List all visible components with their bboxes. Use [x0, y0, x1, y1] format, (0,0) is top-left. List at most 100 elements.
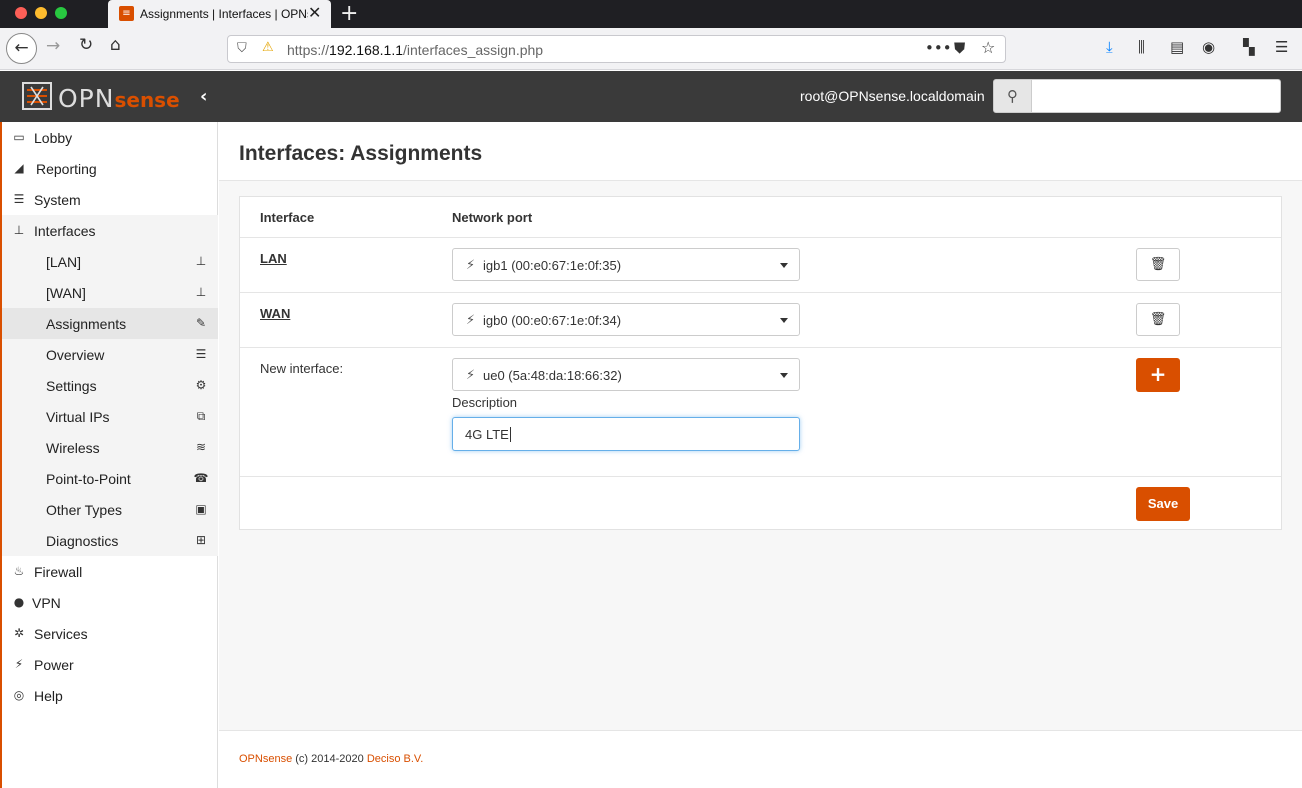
- delete-interface-wan-button[interactable]: 🗑: [1136, 303, 1180, 336]
- footer-company-link[interactable]: Deciso B.V.: [367, 753, 423, 765]
- account-icon[interactable]: ◉: [1202, 38, 1215, 56]
- sidebar-item-label: System: [34, 192, 81, 208]
- sidebar-item-label: Services: [34, 626, 88, 642]
- sidebar-item-system[interactable]: ☰ System: [2, 184, 218, 215]
- reload-button[interactable]: ↻: [79, 35, 93, 55]
- search-icon[interactable]: ⚲: [993, 79, 1032, 113]
- sidebar-item-interfaces[interactable]: ⊥ Interfaces: [2, 215, 218, 246]
- sidebar-item-wireless[interactable]: Wireless ≋: [2, 432, 218, 463]
- sidebar-item-label: Lobby: [34, 130, 72, 146]
- network-port-select-wan[interactable]: ⚡ igb0 (00:e0:67:1e:0f:34): [452, 303, 800, 336]
- delete-interface-lan-button[interactable]: 🗑: [1136, 248, 1180, 281]
- tracking-shield-icon[interactable]: ⛉: [237, 41, 247, 56]
- description-label: Description: [452, 395, 517, 410]
- sidebar-item-wan[interactable]: [WAN] ⊥: [2, 277, 218, 308]
- wifi-icon: ≋: [193, 440, 209, 454]
- sidebar-item-label: Diagnostics: [46, 533, 118, 549]
- footer: OPNsense (c) 2014-2020 Deciso B.V.: [219, 730, 1302, 788]
- divider: [240, 347, 1281, 348]
- chevron-down-icon: [780, 263, 788, 268]
- sidebar-item-lobby[interactable]: ▭ Lobby: [2, 122, 218, 153]
- sidebar-item-reporting[interactable]: ◢ Reporting: [2, 153, 218, 184]
- trash-icon: 🗑: [1150, 257, 1167, 272]
- sidebar-item-vpn[interactable]: ● VPN: [2, 587, 218, 618]
- browser-toolbar: ← → ↻ ⌂ ⛉ ⚠ https://192.168.1.1/interfac…: [0, 28, 1302, 70]
- back-button[interactable]: ←: [6, 33, 37, 64]
- globe-icon: ●: [11, 595, 27, 609]
- description-value: 4G LTE: [465, 427, 511, 442]
- sidebar-item-overview[interactable]: Overview ☰: [2, 339, 218, 370]
- area-chart-icon: ◢: [11, 161, 27, 175]
- interface-link-wan[interactable]: WAN: [260, 306, 290, 321]
- opnsense-logo-mark-icon: [22, 82, 52, 110]
- sitemap-icon: ⊥: [193, 285, 209, 299]
- sidebar-item-label: Overview: [46, 347, 104, 363]
- url-text[interactable]: https://192.168.1.1/interfaces_assign.ph…: [287, 42, 543, 58]
- new-tab-button[interactable]: +: [340, 1, 358, 26]
- sidebar-item-label: Wireless: [46, 440, 100, 456]
- sidebar-item-point-to-point[interactable]: Point-to-Point ☎: [2, 463, 218, 494]
- bookmark-star-icon[interactable]: ☆: [981, 38, 995, 57]
- extensions-icon[interactable]: ▚: [1243, 38, 1255, 56]
- column-header-network-port: Network port: [452, 210, 532, 225]
- tab-close-icon[interactable]: ✕: [308, 3, 321, 22]
- sidebar-toggle-icon[interactable]: ▤: [1170, 38, 1184, 56]
- sidebar-item-label: Virtual IPs: [46, 409, 110, 425]
- sidebar-item-label: Settings: [46, 378, 97, 394]
- sidebar-item-services[interactable]: ✲ Services: [2, 618, 218, 649]
- window-zoom-button[interactable]: [55, 7, 67, 19]
- sitemap-icon: ⊥: [11, 223, 27, 237]
- home-button[interactable]: ⌂: [110, 35, 121, 55]
- sidebar-item-label: Other Types: [46, 502, 122, 518]
- sidebar-item-other-types[interactable]: Other Types ▣: [2, 494, 218, 525]
- sidebar-item-lan[interactable]: [LAN] ⊥: [2, 246, 218, 277]
- sidebar-item-power[interactable]: ⚡ Power: [2, 649, 218, 680]
- library-icon[interactable]: ⫼: [1138, 38, 1145, 56]
- sidebar-item-assignments[interactable]: Assignments ✎: [2, 308, 218, 339]
- divider: [240, 237, 1281, 238]
- sidebar-item-label: Help: [34, 688, 63, 704]
- server-icon: ☰: [11, 192, 27, 206]
- new-interface-label: New interface:: [260, 361, 343, 376]
- window-minimize-button[interactable]: [35, 7, 47, 19]
- divider: [240, 292, 1281, 293]
- cogs-icon: ⚙: [193, 378, 209, 392]
- browser-tab-active[interactable]: ≡ Assignments | Interfaces | OPNsense ✕: [108, 0, 331, 28]
- sidebar-item-help[interactable]: ◎ Help: [2, 680, 218, 711]
- search-input[interactable]: [1031, 79, 1281, 113]
- sidebar-item-label: [LAN]: [46, 254, 81, 270]
- new-interface-port-select[interactable]: ⚡ ue0 (5a:48:da:18:66:32): [452, 358, 800, 391]
- tasks-icon: ☰: [193, 347, 209, 361]
- sidebar-item-label: Point-to-Point: [46, 471, 131, 487]
- description-input[interactable]: 4G LTE: [452, 417, 800, 451]
- plug-icon: ⚡: [466, 313, 475, 328]
- footer-brand-link[interactable]: OPNsense: [239, 753, 292, 765]
- sidebar-item-firewall[interactable]: ♨ Firewall: [2, 556, 218, 587]
- archive-icon: ▣: [193, 502, 209, 516]
- url-bar[interactable]: ⛉ ⚠ https://192.168.1.1/interfaces_assig…: [227, 35, 1006, 63]
- save-button[interactable]: Save: [1136, 487, 1190, 521]
- pocket-icon[interactable]: ⛊: [954, 39, 965, 57]
- sidebar-item-virtual-ips[interactable]: Virtual IPs ⧉: [2, 401, 218, 432]
- add-interface-button[interactable]: +: [1136, 358, 1180, 392]
- user-menu[interactable]: root@OPNsense.localdomain: [800, 88, 985, 104]
- logo-wordmark: OPNsense: [58, 84, 180, 113]
- downloads-icon[interactable]: ⤓: [1106, 38, 1113, 56]
- insecure-lock-icon[interactable]: ⚠: [262, 40, 274, 55]
- interface-link-lan[interactable]: LAN: [260, 251, 287, 266]
- sidebar-item-settings[interactable]: Settings ⚙: [2, 370, 218, 401]
- sidebar-item-label: Firewall: [34, 564, 82, 580]
- sidebar-item-label: Interfaces: [34, 223, 95, 239]
- window-close-button[interactable]: [15, 7, 27, 19]
- fire-icon: ♨: [11, 564, 27, 578]
- sidebar-item-label: Power: [34, 657, 74, 673]
- chevron-down-icon: [780, 318, 788, 323]
- menu-icon[interactable]: ☰: [1275, 38, 1288, 56]
- sidebar-collapse-icon[interactable]: ‹: [200, 86, 207, 107]
- tab-title: Assignments | Interfaces | OPNsense: [140, 7, 308, 21]
- pencil-icon: ✎: [193, 316, 209, 330]
- forward-button[interactable]: →: [46, 36, 60, 56]
- network-port-select-lan[interactable]: ⚡ igb1 (00:e0:67:1e:0f:35): [452, 248, 800, 281]
- page-actions-icon[interactable]: •••: [925, 39, 952, 57]
- sidebar-item-diagnostics[interactable]: Diagnostics ⊞: [2, 525, 218, 556]
